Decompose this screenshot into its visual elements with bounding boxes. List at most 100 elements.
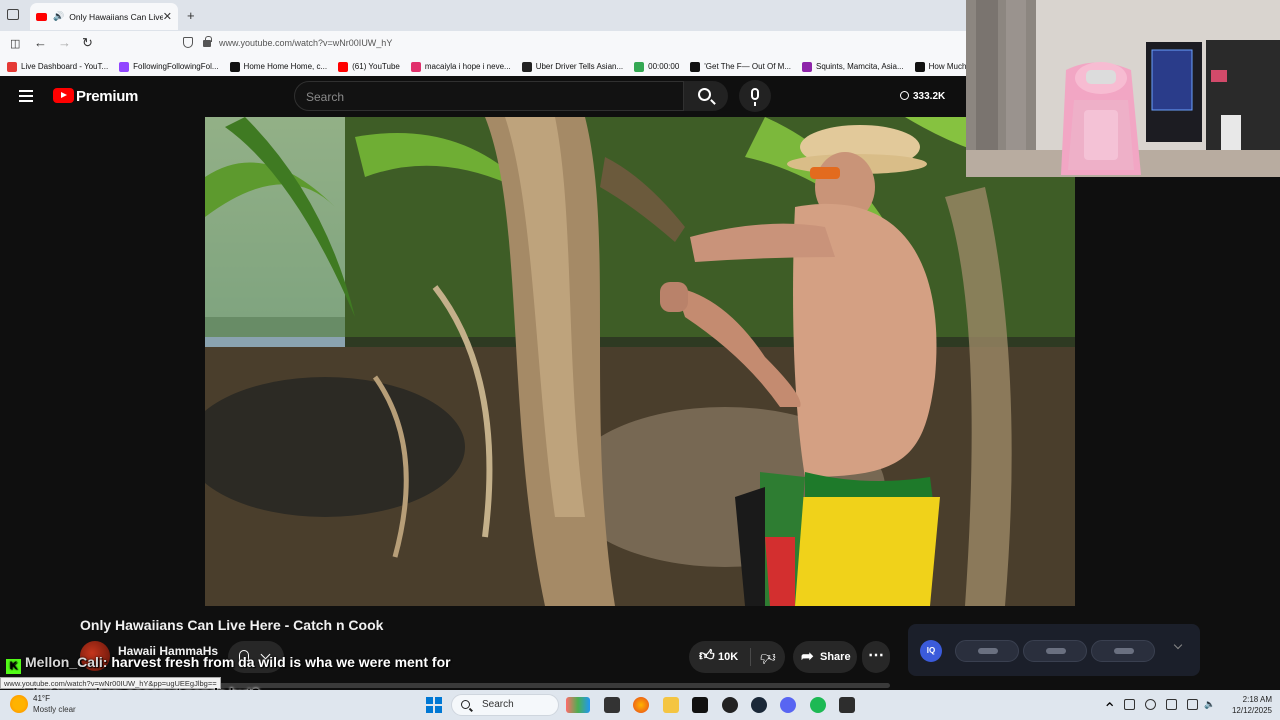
network-icon[interactable] (1187, 699, 1198, 710)
discord-icon[interactable] (780, 697, 796, 713)
lock-icon[interactable] (203, 36, 212, 47)
back-icon[interactable]: ← (34, 35, 47, 50)
bookmark-item[interactable]: 00:00:00 (634, 61, 680, 72)
like-dislike-group: 👍︎ 10K 👍︎ (689, 641, 785, 673)
voice-search-button[interactable] (739, 80, 771, 112)
reload-icon[interactable]: ↻ (82, 35, 93, 51)
bookmark-favicon-icon (7, 61, 17, 72)
file-explorer-icon[interactable] (663, 697, 679, 713)
windows-taskbar: 41°F Mostly clear Search ⌃ 🔈 2:18 AM 12/… (0, 690, 1280, 720)
bookmark-item[interactable]: 'Get The F— Out Of M... (690, 61, 792, 72)
brand-label[interactable]: Premium (76, 88, 138, 105)
like-button[interactable]: 👍︎ 10K (689, 641, 750, 673)
iq-logo-icon[interactable]: IQ (920, 640, 942, 662)
iq-extension-panel: IQ (908, 624, 1200, 676)
bookmark-item[interactable]: (61) YouTube (338, 61, 400, 72)
share-button[interactable]: ➦ Share (793, 641, 857, 673)
view-count: 333.2K (913, 91, 946, 102)
bookmark-label: 00:00:00 (648, 62, 680, 71)
bookmark-favicon-icon (410, 61, 421, 72)
shield-icon[interactable] (183, 37, 193, 48)
search-icon (698, 88, 711, 101)
thumbs-up-icon: 👍︎ (699, 647, 715, 664)
new-tab-button[interactable]: + (187, 8, 195, 23)
firefox-icon[interactable] (633, 697, 649, 713)
chevron-down-icon[interactable] (1173, 640, 1183, 650)
bookmark-label: (61) YouTube (352, 62, 400, 71)
youtube-header: Premium Search 333.2K (0, 76, 966, 117)
bookmark-item[interactable]: macaiyla i hope i neve... (410, 61, 511, 72)
bookmark-item[interactable]: How Much Mone (914, 61, 966, 72)
address-bar[interactable]: www.youtube.com/watch?v=wNr00IUW_hY (219, 38, 392, 48)
close-tab-icon[interactable]: ✕ (163, 10, 172, 23)
search-input[interactable]: Search (294, 81, 684, 111)
app-icon[interactable] (722, 697, 738, 713)
dislike-button[interactable]: 👍︎ (751, 641, 785, 673)
bookmark-favicon-icon (119, 61, 130, 72)
bookmark-label: FollowingFollowingFol... (133, 62, 219, 71)
bookmark-favicon-icon (802, 61, 813, 72)
hamburger-menu-icon[interactable] (19, 90, 33, 102)
bookmark-item[interactable]: Uber Driver Tells Asian... (521, 61, 623, 72)
x-app-icon[interactable] (692, 697, 708, 713)
bookmark-label: macaiyla i hope i neve... (424, 62, 511, 71)
bookmark-favicon-icon (338, 61, 349, 72)
webcam-image (966, 0, 1280, 177)
view-count-stat: 333.2K (900, 91, 945, 102)
sidebar-toggle-icon[interactable]: ◫ (10, 37, 20, 50)
clock-icon (900, 91, 909, 100)
chat-username: Mellon_Cali: (25, 654, 108, 670)
steam-icon[interactable] (751, 697, 767, 713)
tray-app-icon[interactable] (1145, 699, 1156, 710)
task-view-icon[interactable] (604, 697, 620, 713)
share-label: Share (820, 651, 851, 663)
bookmark-label: Squints, Mamcita, Asia... (816, 62, 904, 71)
like-count: 10K (718, 651, 739, 663)
obs-icon[interactable] (839, 697, 855, 713)
webcam-overlay (966, 0, 1280, 177)
volume-icon[interactable]: 🔈 (1204, 699, 1215, 710)
bookmark-label: 'Get The F— Out Of M... (704, 62, 792, 71)
taskbar-search[interactable]: Search (451, 694, 559, 716)
microphone-icon (751, 88, 759, 106)
forward-icon[interactable]: → (58, 35, 71, 50)
bookmark-item[interactable]: FollowingFollowingFol... (119, 61, 219, 72)
search-button[interactable] (684, 81, 728, 111)
bookmark-item[interactable]: Home Home Home, c... (229, 61, 328, 72)
iq-pill-3[interactable] (1091, 640, 1155, 662)
weather-sun-icon[interactable] (10, 695, 28, 713)
tab-youtube[interactable]: 🔊 Only Hawaiians Can Live He ✕ (30, 3, 178, 30)
browser-toolbar: ◫ ← → ↻ www.youtube.com/watch?v=wNr00IUW… (0, 31, 966, 57)
tab-title: Only Hawaiians Can Live He (69, 11, 163, 22)
spotify-icon[interactable] (810, 697, 826, 713)
speaker-icon[interactable]: 🔊 (53, 11, 64, 22)
video-player[interactable] (205, 117, 1075, 606)
microphone-tray-icon[interactable] (1166, 699, 1177, 710)
windows-start-icon[interactable] (426, 697, 442, 713)
chat-text: harvest fresh from da wild is wha we wer… (111, 654, 451, 670)
bookmark-label: Home Home Home, c... (243, 62, 328, 71)
clock-date: 12/12/2025 (1231, 706, 1272, 715)
clock-time: 2:18 AM (1242, 695, 1272, 704)
bookmark-label: How Much Mone (928, 62, 966, 71)
iq-pill-2[interactable] (1023, 640, 1087, 662)
widgets-icon[interactable] (566, 697, 590, 713)
tab-actions-icon[interactable] (7, 9, 19, 20)
youtube-favicon-icon (36, 12, 47, 21)
youtube-logo-icon[interactable] (53, 88, 74, 103)
video-title: Only Hawaiians Can Live Here - Catch n C… (80, 617, 384, 633)
browser-tab-strip: 🔊 Only Hawaiians Can Live He ✕ + (0, 0, 966, 31)
weather-condition: Mostly clear (33, 705, 76, 714)
bookmark-label: Live Dashboard - YouT... (21, 62, 109, 71)
bookmark-favicon-icon (521, 61, 532, 72)
iq-pill-1[interactable] (955, 640, 1019, 662)
tray-app-icon[interactable] (1124, 699, 1135, 710)
chevron-up-icon[interactable]: ⌃ (1103, 699, 1116, 718)
more-actions-button[interactable]: ⋯ (862, 641, 890, 673)
system-clock[interactable]: 2:18 AM 12/12/2025 (1224, 694, 1272, 716)
bookmark-favicon-icon (914, 61, 925, 72)
bookmark-item[interactable]: Squints, Mamcita, Asia... (802, 61, 904, 72)
screen: 🔊 Only Hawaiians Can Live He ✕ + ◫ ← → ↻… (0, 0, 1280, 720)
bookmark-item[interactable]: Live Dashboard - YouT... (7, 61, 109, 72)
weather-temperature: 41°F (33, 694, 50, 703)
